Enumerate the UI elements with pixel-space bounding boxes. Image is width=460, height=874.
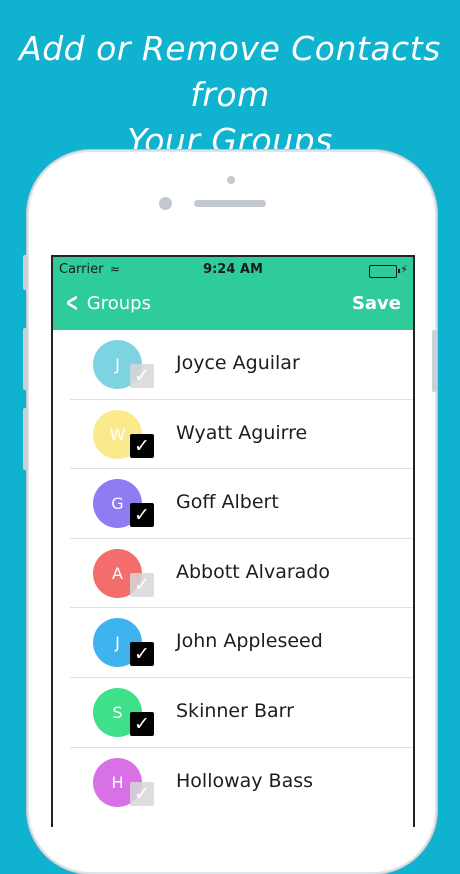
contact-name: Abbott Alvarado	[176, 560, 330, 583]
contact-name: Holloway Bass	[176, 769, 314, 792]
contact-name: Skinner Barr	[176, 699, 294, 722]
contact-name: Goff Albert	[176, 491, 279, 514]
back-button[interactable]: < Groups	[61, 290, 151, 316]
front-camera	[159, 197, 172, 210]
phone-screen: Carrier ≈ 9:24 AM ⚡ < Groups Save J ✓ Joyc…	[51, 255, 415, 827]
nav-bar: < Groups Save	[53, 290, 413, 320]
checkbox-unchecked-icon[interactable]: ✓	[130, 781, 154, 806]
contact-row[interactable]: A ✓ Abbott Alvarado	[70, 539, 413, 609]
contact-row[interactable]: J ✓ John Appleseed	[70, 608, 413, 678]
navigation-header: Carrier ≈ 9:24 AM ⚡ < Groups Save	[53, 257, 413, 330]
checkbox-checked-icon[interactable]: ✓	[130, 503, 154, 528]
volume-up-button	[23, 328, 28, 390]
headline-line-1: Add or Remove Contacts from	[19, 29, 441, 114]
checkbox-checked-icon[interactable]: ✓	[130, 711, 154, 736]
contact-name: Wyatt Aguirre	[176, 421, 308, 444]
contact-row[interactable]: J ✓ Joyce Aguilar	[70, 330, 413, 400]
contact-name: Joyce Aguilar	[176, 352, 300, 374]
battery-icon	[369, 265, 400, 278]
contact-list: J ✓ Joyce Aguilar W ✓ Wyatt Aguirre G ✓ Goff Alb…	[53, 330, 413, 816]
earpiece-speaker	[194, 200, 266, 207]
proximity-sensor	[227, 176, 235, 184]
chevron-left-icon: <	[65, 288, 79, 318]
contact-row[interactable]: S ✓ Skinner Barr	[70, 678, 413, 748]
power-button	[432, 330, 437, 392]
status-bar: Carrier ≈ 9:24 AM ⚡	[53, 261, 413, 279]
contact-name: John Appleseed	[176, 630, 323, 653]
contact-row[interactable]: W ✓ Wyatt Aguirre	[70, 400, 413, 470]
back-button-label: Groups	[86, 292, 151, 314]
charging-bolt-icon: ⚡	[400, 263, 408, 276]
checkbox-checked-icon[interactable]: ✓	[130, 433, 154, 458]
checkbox-unchecked-icon[interactable]: ✓	[130, 572, 154, 597]
mute-switch	[23, 255, 28, 290]
contact-row[interactable]: G ✓ Goff Albert	[70, 469, 413, 539]
contact-row[interactable]: H ✓ Holloway Bass	[70, 748, 413, 817]
save-button[interactable]: Save	[352, 293, 401, 314]
promo-headline: Add or Remove Contacts from Your Groups	[0, 26, 460, 164]
checkbox-unchecked-icon[interactable]: ✓	[130, 364, 154, 388]
volume-down-button	[23, 408, 28, 470]
status-time: 9:24 AM	[203, 262, 263, 277]
checkbox-checked-icon[interactable]: ✓	[130, 642, 154, 667]
